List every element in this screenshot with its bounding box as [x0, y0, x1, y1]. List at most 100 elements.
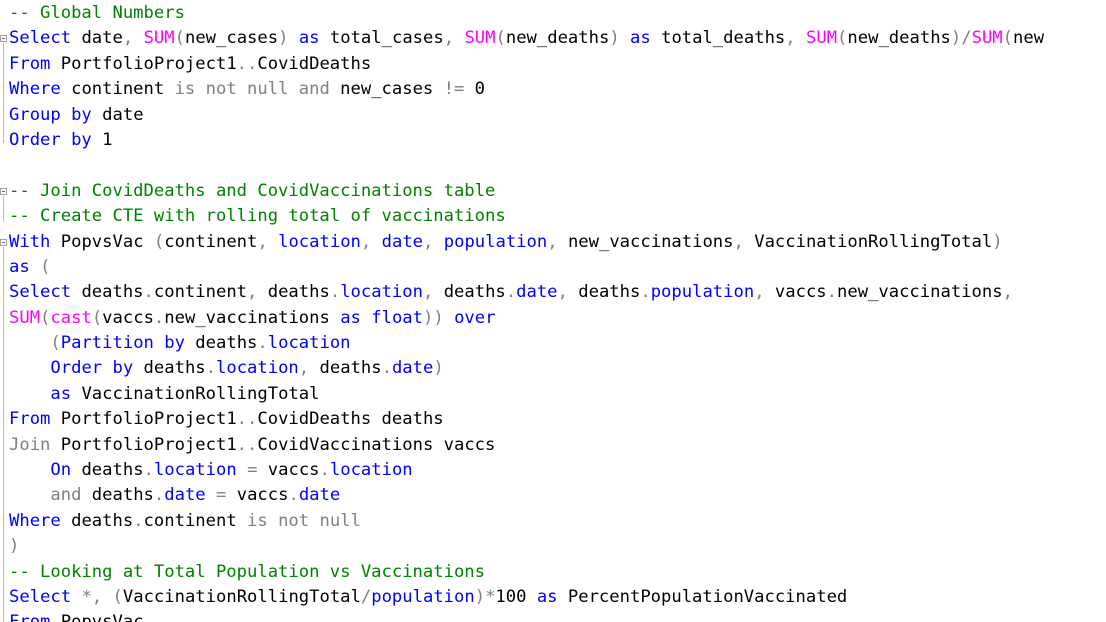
sql-identifier: PopvsVac: [50, 231, 154, 252]
collapse-region-icon[interactable]: [0, 239, 7, 246]
sql-identifier: vaccs: [226, 485, 289, 506]
sql-operator: (: [153, 231, 165, 252]
outline-guide-line: [3, 247, 4, 622]
sql-identifier: deaths: [133, 358, 206, 379]
sql-operator: (: [40, 256, 51, 277]
sql-keyword: On: [50, 460, 72, 481]
code-line[interactable]: Join PortfolioProject1..CovidVaccination…: [9, 433, 1106, 458]
code-line[interactable]: as VaccinationRollingTotal: [9, 382, 1106, 407]
code-line[interactable]: Order by deaths.location, deaths.date): [9, 356, 1106, 381]
code-line[interactable]: -- Join CovidDeaths and CovidVaccination…: [9, 179, 1106, 204]
sql-operator: .: [153, 307, 165, 328]
sql-function: SUM: [464, 28, 496, 49]
code-line[interactable]: [9, 153, 1106, 178]
code-line[interactable]: Select deaths.continent, deaths.location…: [9, 280, 1106, 305]
sql-operator: .: [826, 282, 837, 303]
sql-identifier: [444, 308, 454, 328]
sql-operator: .: [640, 282, 651, 303]
collapse-region-icon[interactable]: [0, 188, 7, 195]
sql-operator: Join: [9, 434, 51, 455]
code-line[interactable]: Where continent is not null and new_case…: [9, 77, 1106, 102]
sql-identifier: [454, 28, 464, 48]
sql-operator: ,: [360, 231, 372, 252]
sql-operator: (: [495, 28, 506, 49]
sql-keyword: as: [340, 307, 361, 328]
code-line[interactable]: With PopvsVac (continent, location, date…: [9, 230, 1106, 255]
sql-operator: ..: [236, 434, 258, 455]
sql-operator: .: [319, 460, 330, 481]
sql-identifier: new_deaths: [505, 28, 610, 49]
code-line[interactable]: Order by 1: [9, 128, 1106, 153]
sql-identifier: CovidVaccinations vaccs: [257, 434, 496, 455]
code-line[interactable]: From PortfolioProject1..CovidDeaths deat…: [9, 407, 1106, 432]
sql-operator: .: [205, 358, 216, 379]
sql-operator: .: [143, 282, 154, 303]
sql-operator: ,: [422, 282, 434, 303]
sql-operator: ..: [236, 53, 258, 74]
sql-keyword: Select: [9, 586, 72, 607]
code-line[interactable]: -- Looking at Total Population vs Vaccin…: [9, 560, 1106, 585]
sql-keyword: Partition by: [60, 333, 185, 354]
code-line[interactable]: Where deaths.continent is not null: [9, 509, 1106, 534]
code-line[interactable]: SUM(cast(vaccs.new_vaccinations as float…: [9, 306, 1106, 331]
sql-identifier: VaccinationRollingTotal: [122, 586, 361, 607]
code-line[interactable]: From PortfolioProject1..CovidDeaths: [9, 52, 1106, 77]
sql-keyword: Order by: [50, 358, 134, 379]
sql-function: SUM: [143, 28, 175, 49]
sql-identifier: new_vaccinations: [837, 282, 1003, 303]
sql-identifier: deaths: [81, 485, 154, 506]
code-line[interactable]: (Partition by deaths.location: [9, 331, 1106, 356]
sql-identifier: date: [91, 104, 144, 125]
sql-function: cast: [50, 307, 92, 328]
sql-identifier: [268, 232, 278, 252]
sql-keyword: location: [216, 358, 299, 379]
sql-keyword: float: [371, 307, 424, 328]
sql-keyword: as: [536, 586, 558, 607]
sql-keyword: date: [516, 282, 558, 303]
sql-operator: .: [381, 358, 392, 379]
code-line[interactable]: -- Global Numbers: [9, 1, 1106, 26]
code-line[interactable]: From PopvsVac: [9, 610, 1106, 622]
code-line[interactable]: and deaths.date = vaccs.date: [9, 483, 1106, 508]
sql-identifier: [620, 28, 630, 48]
sql-identifier: deaths: [433, 282, 506, 303]
code-line[interactable]: Group by date: [9, 103, 1106, 128]
sql-identifier: [102, 587, 112, 607]
sql-keyword: With: [9, 231, 51, 252]
code-line[interactable]: On deaths.location = vaccs.location: [9, 458, 1106, 483]
sql-operator: .: [257, 333, 268, 354]
sql-keyword: population: [443, 231, 548, 252]
sql-keyword: Where: [9, 79, 61, 100]
sql-identifier: [206, 485, 216, 505]
sql-identifier: PortfolioProject1: [50, 53, 237, 74]
sql-operator: ): [609, 28, 620, 49]
sql-identifier: new_vaccinations: [557, 231, 734, 252]
outlining-margin: [0, 0, 9, 622]
sql-identifier: [9, 384, 50, 404]
sql-operator: (: [91, 307, 103, 328]
sql-identifier: PortfolioProject1: [50, 434, 237, 455]
sql-keyword: Order by: [9, 129, 92, 150]
sql-identifier: new_vaccinations: [164, 307, 341, 328]
sql-keyword: location: [278, 231, 361, 252]
outline-guide-line: [3, 43, 4, 143]
code-line[interactable]: as (: [9, 255, 1106, 280]
sql-keyword: location: [267, 333, 351, 354]
sql-operator: ,: [785, 28, 796, 49]
sql-identifier: new_cases: [329, 79, 444, 100]
sql-operator: *,: [81, 586, 103, 607]
code-line[interactable]: Select *, (VaccinationRollingTotal/popul…: [9, 585, 1106, 610]
sql-identifier: PortfolioProject1: [50, 409, 237, 430]
code-text-area[interactable]: -- Global Numbers Select date, SUM(new_ca…: [9, 1, 1106, 622]
sql-query-editor[interactable]: -- Global Numbers Select date, SUM(new_ca…: [0, 0, 1106, 622]
sql-identifier: deaths: [184, 333, 258, 354]
sql-operator: =: [247, 460, 258, 481]
sql-operator: .: [288, 485, 299, 506]
sql-keyword: as: [50, 383, 72, 404]
sql-operator: ): [278, 28, 289, 49]
sql-keyword: as: [9, 256, 30, 277]
collapse-region-icon[interactable]: [0, 35, 7, 42]
code-line[interactable]: -- Create CTE with rolling total of vacc…: [9, 204, 1106, 229]
code-line[interactable]: Select date, SUM(new_cases) as total_cas…: [9, 26, 1106, 51]
code-line[interactable]: ): [9, 534, 1106, 559]
